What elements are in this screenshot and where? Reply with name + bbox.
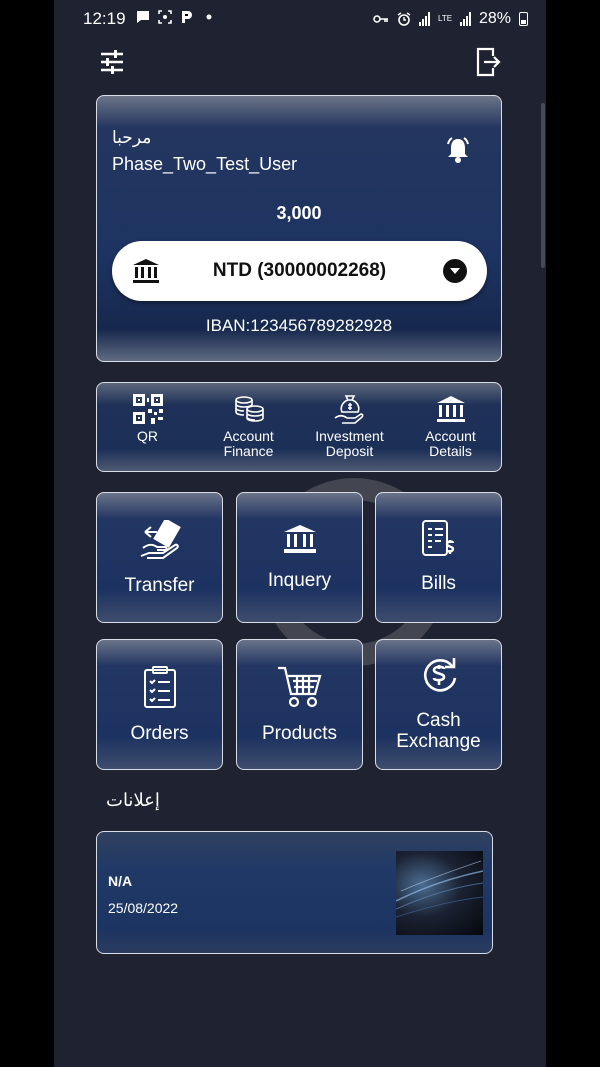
tile-label: Products xyxy=(262,723,337,744)
quick-action-label: Investment Deposit xyxy=(315,428,384,459)
ad-image xyxy=(396,851,483,935)
chevron-down-icon[interactable] xyxy=(443,259,467,283)
account-card: مرحبا Phase_Two_Test_User 3,000 NTD (300… xyxy=(96,95,502,362)
bell-icon[interactable] xyxy=(445,136,471,169)
tile-label: Bills xyxy=(421,573,456,594)
tile-products[interactable]: Products xyxy=(236,639,363,770)
system-icons: LTE 28% xyxy=(373,10,528,28)
account-balance: 3,000 xyxy=(276,203,322,223)
screenshot-icon xyxy=(158,10,172,24)
ad-card[interactable]: N/A 25/08/2022 xyxy=(96,831,493,954)
qr-code-icon xyxy=(102,393,194,425)
tile-label: Cash Exchange xyxy=(396,710,481,752)
tile-orders[interactable]: Orders xyxy=(96,639,223,770)
logout-icon[interactable] xyxy=(472,46,504,78)
account-number: NTD (30000002268) xyxy=(212,260,387,281)
shopping-cart-icon xyxy=(237,664,362,710)
money-transfer-icon xyxy=(97,517,222,563)
account-selector[interactable]: NTD (30000002268) xyxy=(112,241,487,301)
dot-icon xyxy=(206,14,212,20)
alarm-icon xyxy=(397,12,411,26)
key-icon xyxy=(373,15,388,23)
signal-icon xyxy=(418,12,430,26)
status-bar: 12:19 LTE 28% xyxy=(54,0,546,38)
bill-dollar-icon xyxy=(376,519,501,561)
battery-icon xyxy=(519,12,528,26)
quick-actions-bar: QR Account Finance Investment Deposit Ac… xyxy=(96,382,502,472)
quick-action-label: Account Finance xyxy=(223,428,274,459)
ad-date: 25/08/2022 xyxy=(108,900,179,916)
greeting-text: مرحبا xyxy=(112,128,152,147)
quick-action-qr[interactable]: QR xyxy=(102,393,194,444)
tile-inquery[interactable]: Inquery xyxy=(236,492,363,623)
status-time: 12:19 xyxy=(83,9,126,28)
scrollbar[interactable] xyxy=(541,103,545,268)
battery-percent: 28% xyxy=(478,10,511,27)
tile-transfer[interactable]: Transfer xyxy=(96,492,223,623)
quick-action-label: QR xyxy=(137,428,158,444)
ads-section-title: إعلانات xyxy=(106,790,160,810)
quick-action-investment-deposit[interactable]: Investment Deposit xyxy=(304,393,396,459)
tile-label: Orders xyxy=(130,723,189,744)
ad-title: N/A xyxy=(108,873,133,889)
clipboard-checklist-icon xyxy=(97,664,222,710)
money-bag-hand-icon xyxy=(304,393,396,425)
coins-stack-icon xyxy=(203,393,295,425)
message-icon xyxy=(137,11,149,23)
network-type: LTE xyxy=(437,14,453,23)
currency-exchange-icon xyxy=(376,654,501,696)
app-screen: 12:19 LTE 28% مرحبا Phase_Two_Test_User xyxy=(54,0,546,1067)
bank-icon xyxy=(237,519,362,559)
tile-label: Transfer xyxy=(124,575,195,596)
tile-label: Inquery xyxy=(267,570,332,591)
tile-cash-exchange[interactable]: Cash Exchange xyxy=(375,639,502,770)
bank-icon xyxy=(132,258,160,289)
username: Phase_Two_Test_User xyxy=(112,154,298,174)
notification-icons xyxy=(136,10,216,24)
quick-action-account-details[interactable]: Account Details xyxy=(405,393,497,459)
quick-action-label: Account Details xyxy=(425,428,476,459)
settings-sliders-icon[interactable] xyxy=(96,46,128,78)
quick-action-account-finance[interactable]: Account Finance xyxy=(203,393,295,459)
signal-icon-2 xyxy=(459,12,471,26)
bank-icon xyxy=(405,393,497,425)
parking-app-icon xyxy=(182,11,192,23)
iban-text: IBAN:123456789282928 xyxy=(205,316,393,335)
tile-bills[interactable]: Bills xyxy=(375,492,502,623)
